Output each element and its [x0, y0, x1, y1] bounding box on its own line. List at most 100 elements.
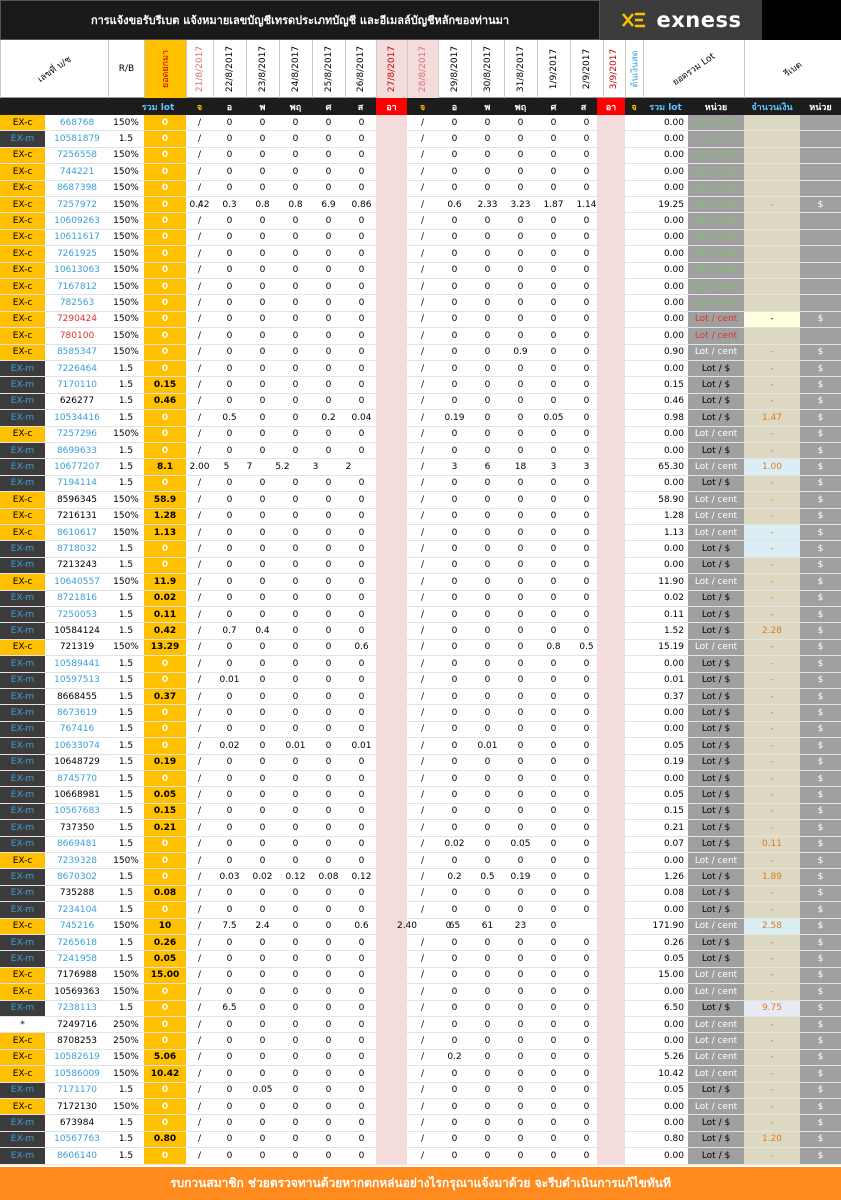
total-lot: 0.00: [663, 1019, 684, 1030]
rebate-amount: -: [744, 557, 800, 574]
rebate-unit: Lot / cent: [688, 459, 744, 475]
day-w2-0: /: [420, 1003, 425, 1014]
day-w1-3: 0: [292, 183, 299, 194]
day-w1-1: 0: [226, 166, 233, 177]
rebate-rate: 1.5: [118, 134, 134, 145]
carried-lot: 0.15: [144, 377, 186, 393]
monday-w3: [625, 968, 643, 983]
account-number: 7250053: [56, 609, 98, 620]
day-w2-3: 0.9: [513, 347, 528, 358]
day-w1-4: 0: [325, 773, 332, 784]
sunday-w1: [376, 1033, 407, 1049]
day-w1-2: 0: [259, 708, 266, 719]
day-w1-3: 0: [292, 527, 299, 538]
day-w2-4: 3: [550, 462, 557, 473]
sunday-w2: [597, 393, 625, 410]
table-row: EX-c 8687398 150% 0/0 0 0 0 0/0 0 0 0 0 0.00 Lot / ce…: [0, 180, 841, 197]
day-w2-3: 0: [517, 888, 524, 899]
day-w1-3: 0: [292, 494, 299, 505]
day-w1-3: 0: [292, 150, 299, 161]
table-row: EX-c 7290424 150% 0/0 0 0 0 0/0 0 0 0 0 0.00 Lot / ce…: [0, 311, 841, 329]
day-w1-2: 0: [259, 1134, 266, 1145]
rebate-rate: 250%: [113, 1019, 139, 1030]
day-w2-0: /: [420, 970, 425, 981]
day-w2-1: 0: [451, 298, 458, 309]
day-w1-2: 0: [259, 970, 266, 981]
account-number: 7213243: [56, 560, 98, 571]
total-lot: 0.00: [663, 183, 684, 194]
sunday-w2: [597, 935, 625, 951]
account-type: EX-m: [0, 443, 46, 459]
total-lot: 0.46: [663, 396, 684, 407]
day-w1-4: 0: [325, 544, 332, 555]
day-w2-3: 0: [517, 904, 524, 915]
account-number: 8596345: [56, 494, 98, 505]
day-w1-0: /: [197, 527, 202, 538]
rebate-rate: 1.5: [118, 790, 134, 801]
header-date-12: 2/9/2017: [570, 40, 603, 98]
table-row: EX-m 8670302 1.5 0/0.03 0.02 0.12 0.08 0.12/0.2…: [0, 869, 841, 886]
rebate-amount: [744, 131, 800, 147]
header-date-2: 23/8/2017: [246, 40, 279, 98]
monday-w3: [625, 1132, 643, 1147]
table-row: EX-m 8668455 1.5 0.37/0 0 0 0 0/0 0 0 0 0 0.37 Lot / …: [0, 689, 841, 706]
total-lot: 0.00: [663, 478, 684, 489]
total-lot: 0.00: [663, 298, 684, 309]
sunday-w2: [597, 918, 625, 934]
day-w2-3: 0: [517, 593, 524, 604]
rebate-amount: -: [744, 951, 800, 967]
day-w2-2: 0: [484, 363, 491, 374]
table-row: EX-m 10677207 1.5 8.1 2.00 5 7 5.2 3 2/3 6 18 3 3 65.3…: [0, 459, 841, 476]
account-type: EX-m: [0, 902, 46, 918]
table-row: EX-c 7257296 150% 0/0 0 0 0 0/0 0 0 0 0 0.00 Lot / ce…: [0, 426, 841, 443]
day-w1-5: 0: [358, 593, 365, 604]
monday-w3: [625, 673, 643, 688]
day-w1-1: 0: [226, 494, 233, 505]
day-w2-0: /: [420, 412, 425, 423]
rebate-rate: 150%: [113, 576, 139, 587]
sunday-w2: [597, 787, 625, 803]
rebate-unit: Lot / $: [688, 935, 744, 951]
rebate-amount: -: [744, 393, 800, 410]
sunday-w2: [597, 328, 625, 344]
day-w1-3: 0: [292, 1019, 299, 1030]
day-w1-4: 0: [325, 658, 332, 669]
day-w1-2: 0: [259, 527, 266, 538]
account-number: 10567683: [54, 806, 100, 817]
monday-w3: [625, 525, 643, 540]
account-number: 673984: [59, 1118, 95, 1129]
rebate-unit: Lot / cent: [688, 984, 744, 1000]
day-w2-4: 0: [550, 298, 557, 309]
day-w2-3: 0: [517, 445, 524, 456]
day-w1-1: 0: [226, 1019, 233, 1030]
account-number: 737350: [59, 822, 95, 833]
day-w1-3: 0: [292, 347, 299, 358]
carried-lot: 0: [144, 328, 186, 344]
day-w2-2: 0: [484, 1134, 491, 1145]
day-w2-4: 0: [550, 134, 557, 145]
sub-sum-lot: รวม lot: [141, 102, 175, 113]
day-w1-5: 0: [358, 937, 365, 948]
account-number: 7257296: [56, 429, 98, 440]
day-w1-0: /: [197, 478, 202, 489]
sunday-w1: [376, 311, 407, 328]
header-date-12-label: 2/9/2017: [582, 48, 593, 90]
account-type: EX-m: [0, 1000, 46, 1016]
day-w1-2: 0: [259, 166, 266, 177]
total-lot: 10.42: [658, 1068, 684, 1079]
day-w1-3: 3: [312, 462, 319, 473]
sunday-w2: [597, 885, 625, 902]
rebate-amount: -: [744, 525, 800, 541]
carried-lot: 0: [144, 410, 186, 426]
rebate-unit: Lot / cent: [688, 1033, 744, 1049]
sunday-w2: [597, 131, 625, 147]
table-row: EX-c 7257972 150% 0 0.42/0.3 0.8 0.8 6.9 0.86/0.…: [0, 197, 841, 214]
day-w2-0: /: [420, 740, 425, 751]
day-w2-3: 0.19: [510, 872, 531, 883]
day-w1-3: 0: [292, 1134, 299, 1145]
monday-w3: [625, 656, 643, 671]
day-w2-1: 0: [451, 527, 458, 538]
rebate-rate: 150%: [113, 314, 139, 325]
sunday-w2: [597, 574, 625, 590]
rebate-unit: Lot / cent: [688, 197, 744, 213]
